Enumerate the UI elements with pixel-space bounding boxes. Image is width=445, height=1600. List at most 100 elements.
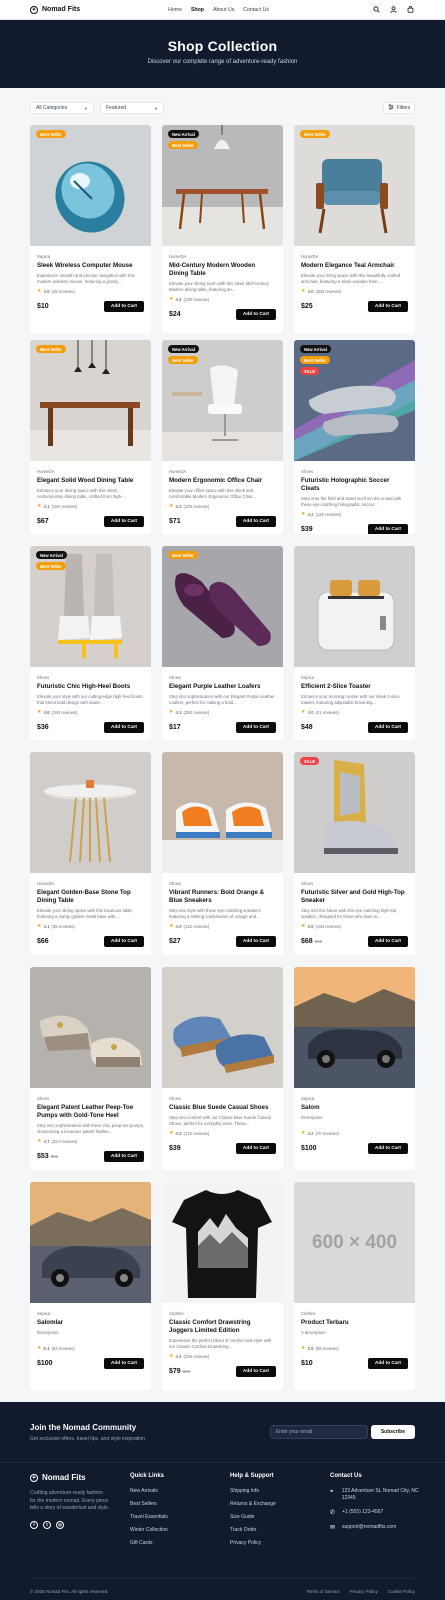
product-image[interactable] [294,546,415,667]
brand-logo[interactable]: ✦ Nomad Fits [30,5,80,14]
add-to-cart-button[interactable]: Add to Cart [367,301,408,313]
product-image[interactable] [162,967,283,1088]
product-image[interactable]: SALE [294,752,415,873]
footer-link[interactable]: Winter Collection [130,1527,230,1533]
product-name[interactable]: Elegant Purple Leather Loafers [169,683,276,691]
twitter-icon[interactable]: t [43,1520,51,1529]
product-image[interactable]: 600 × 400 [294,1182,415,1303]
product-name[interactable]: Futuristic Holographic Soccer Cleats [301,477,408,493]
product-card[interactable]: Shoes Classic Blue Suede Casual Shoes Step… [162,967,283,1170]
product-card[interactable]: Sepica Salomlar Description ★ 5.4 (63 reviews… [30,1182,151,1390]
nav-shop[interactable]: Shop [191,7,204,13]
footer-link[interactable]: Gift Cards [130,1540,230,1546]
add-to-cart-button[interactable]: Add to Cart [367,1143,408,1155]
filters-button[interactable]: Filters [383,102,415,114]
cookie-link[interactable]: Cookie Policy [388,1589,415,1594]
product-card[interactable]: Best Seller HumeDA Elegant Solid Wood Dini… [30,340,151,534]
footer-link[interactable]: Travel Essentials [130,1514,230,1520]
newsletter-email-input[interactable]: Enter your email [269,1425,368,1439]
add-to-cart-button[interactable]: Add to Cart [103,1358,144,1370]
product-image[interactable]: New Arrival Best Seller [30,546,151,667]
product-card[interactable]: SALE Shoes Futuristic Silver and Gold High… [294,752,415,955]
footer-link[interactable]: Best Sellers [130,1501,230,1507]
product-card[interactable]: New Arrival Best Seller HumeDA Modern Ergon… [162,340,283,534]
product-name[interactable]: Elegant Patent Leather Peep-Toe Pumps wi… [37,1104,144,1120]
product-name[interactable]: Vibrant Runners: Bold Orange & Blue Snea… [169,889,276,905]
add-to-cart-button[interactable]: Add to Cart [235,309,276,321]
product-image[interactable] [294,967,415,1088]
product-image[interactable] [30,1182,151,1303]
sort-select[interactable]: Featured ▼ [100,102,164,114]
add-to-cart-button[interactable]: Add to Cart [367,1358,408,1370]
product-image[interactable] [30,967,151,1088]
product-name[interactable]: Efficient 2-Slice Toaster [301,683,408,691]
category-select[interactable]: All Categories ▼ [30,102,94,114]
add-to-cart-button[interactable]: Add to Cart [103,722,144,734]
add-to-cart-button[interactable]: Add to Cart [235,936,276,948]
product-card[interactable]: HumeDA Elegant Golden-Base Stone Top Dini… [30,752,151,955]
footer-link[interactable]: Privacy Policy [230,1540,330,1546]
product-image[interactable] [30,752,151,873]
product-card[interactable]: Shoes Vibrant Runners: Bold Orange & Blue… [162,752,283,955]
add-to-cart-button[interactable]: Add to Cart [235,1143,276,1155]
product-name[interactable]: Elegant Solid Wood Dining Table [37,477,144,485]
product-image[interactable] [162,1182,283,1303]
product-card[interactable]: Sepica Efficient 2-Slice Toaster Enhance y… [294,546,415,740]
product-card[interactable]: Best Seller Sepica Sleek Wireless Computer… [30,125,151,333]
product-card[interactable]: Clothes Classic Comfort Drawstring Jogger… [162,1182,283,1390]
add-to-cart-button[interactable]: Add to Cart [103,301,144,313]
add-to-cart-button[interactable]: Add to Cart [235,722,276,734]
footer-link[interactable]: Returns & Exchange [230,1501,330,1507]
product-name[interactable]: Salomlar [37,1319,144,1327]
add-to-cart-button[interactable]: Add to Cart [367,524,408,534]
product-image[interactable]: New Arrival Best Seller [162,125,283,246]
product-name[interactable]: Futuristic Silver and Gold High-Top Snea… [301,889,408,905]
add-to-cart-button[interactable]: Add to Cart [103,1151,144,1163]
add-to-cart-button[interactable]: Add to Cart [367,722,408,734]
product-name[interactable]: Sleek Wireless Computer Mouse [37,262,144,270]
product-name[interactable]: Elegant Golden-Base Stone Top Dining Tab… [37,889,144,905]
nav-contact[interactable]: Contact Us [243,7,269,13]
privacy-link[interactable]: Privacy Policy [350,1589,378,1594]
add-to-cart-button[interactable]: Add to Cart [103,516,144,528]
product-card[interactable]: Best Seller Shoes Elegant Purple Leather L… [162,546,283,740]
product-image[interactable]: Best Seller [30,125,151,246]
product-name[interactable]: Mid-Century Modern Wooden Dining Table [169,262,276,278]
product-card[interactable]: New Arrival Best Seller SALE Shoes Futuristi… [294,340,415,534]
product-image[interactable]: New Arrival Best Seller [162,340,283,461]
contact-email[interactable]: support@nomadfits.com [342,1524,396,1532]
product-card[interactable]: Best Seller HumeDA Modern Elegance Teal Ar… [294,125,415,333]
subscribe-button[interactable]: Subscribe [370,1425,415,1439]
footer-link[interactable]: Track Order [230,1527,330,1533]
product-name[interactable]: Product Terbaru [301,1319,408,1327]
product-image[interactable] [162,752,283,873]
product-name[interactable]: Salom [301,1104,408,1112]
product-image[interactable]: Best Seller [30,340,151,461]
product-card[interactable]: New Arrival Best Seller Shoes Futuristic Ch… [30,546,151,740]
cart-icon[interactable] [407,6,415,14]
product-name[interactable]: Modern Ergonomic Office Chair [169,477,276,485]
product-image[interactable]: Best Seller [162,546,283,667]
add-to-cart-button[interactable]: Add to Cart [235,1366,276,1378]
add-to-cart-button[interactable]: Add to Cart [235,516,276,528]
product-name[interactable]: Futuristic Chic High-Heel Boots [37,683,144,691]
add-to-cart-button[interactable]: Add to Cart [367,936,408,948]
add-to-cart-button[interactable]: Add to Cart [103,936,144,948]
product-name[interactable]: Classic Blue Suede Casual Shoes [169,1104,276,1112]
product-image[interactable]: New Arrival Best Seller SALE [294,340,415,461]
product-card[interactable]: 600 × 400 Clothes Product Terbaru A descrip… [294,1182,415,1390]
terms-link[interactable]: Terms of Service [306,1589,340,1594]
search-icon[interactable] [373,6,381,14]
footer-link[interactable]: New Arrivals [130,1488,230,1494]
product-card[interactable]: New Arrival Best Seller HumeDA Mid-Century … [162,125,283,333]
instagram-icon[interactable]: ◎ [56,1520,64,1529]
footer-link[interactable]: Shipping Info [230,1488,330,1494]
product-image[interactable]: Best Seller [294,125,415,246]
nav-about[interactable]: About Us [213,7,234,13]
footer-link[interactable]: Size Guide [230,1514,330,1520]
facebook-icon[interactable]: f [30,1520,38,1529]
footer-logo[interactable]: ✦ Nomad Fits [30,1473,130,1482]
product-card[interactable]: Shoes Elegant Patent Leather Peep-Toe Pum… [30,967,151,1170]
product-name[interactable]: Classic Comfort Drawstring Joggers Limit… [169,1319,276,1335]
product-name[interactable]: Modern Elegance Teal Armchair [301,262,408,270]
